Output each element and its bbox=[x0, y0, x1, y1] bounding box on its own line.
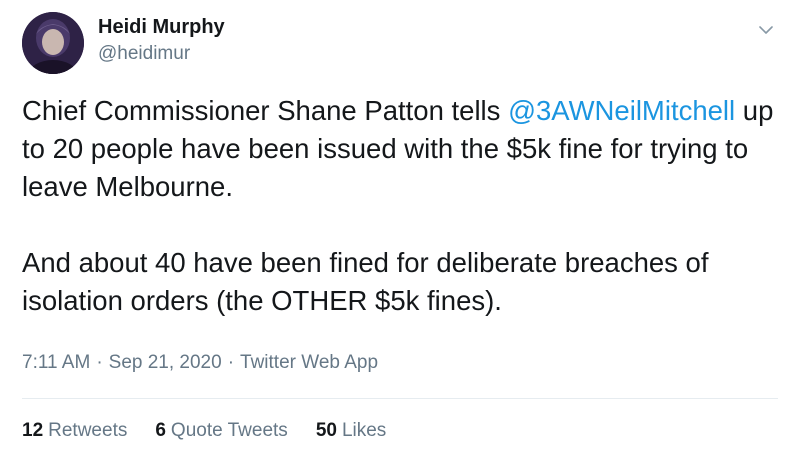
quote-tweets-count: 6 bbox=[155, 420, 166, 441]
author-name[interactable]: Heidi Murphy bbox=[98, 16, 225, 39]
likes-label: Likes bbox=[341, 420, 387, 441]
likes-count: 50 bbox=[315, 420, 337, 441]
author-handle[interactable]: @heidimur bbox=[98, 43, 190, 65]
likes-stat[interactable]: 50 Likes bbox=[316, 420, 387, 442]
tweet-text-lead: Chief Commissioner Shane Patton tells bbox=[22, 95, 509, 126]
chevron-down-icon[interactable] bbox=[756, 20, 776, 40]
tweet-source[interactable]: Twitter Web App bbox=[240, 352, 378, 373]
user-avatar-image bbox=[22, 12, 84, 74]
tweet-text: Chief Commissioner Shane Patton tells @3… bbox=[22, 92, 782, 320]
tweet-paragraph-1: Chief Commissioner Shane Patton tells @3… bbox=[22, 92, 782, 206]
tweet-stats: 12 Retweets 6 Quote Tweets 50 Likes bbox=[22, 420, 386, 442]
mention-link[interactable]: @3AWNeilMitchell bbox=[508, 95, 735, 126]
meta-separator: · bbox=[227, 352, 235, 373]
quote-tweets-label: Quote Tweets bbox=[170, 420, 288, 441]
tweet-paragraph-2: And about 40 have been fined for deliber… bbox=[22, 247, 709, 316]
retweets-stat[interactable]: 12 Retweets bbox=[22, 420, 127, 442]
avatar[interactable] bbox=[22, 12, 84, 74]
retweets-count: 12 bbox=[22, 420, 44, 441]
tweet-time[interactable]: 7:11 AM bbox=[22, 352, 90, 373]
retweets-label: Retweets bbox=[48, 420, 128, 441]
quote-tweets-stat[interactable]: 6 Quote Tweets bbox=[155, 420, 287, 442]
tweet-date[interactable]: Sep 21, 2020 bbox=[109, 352, 222, 373]
divider bbox=[22, 398, 778, 399]
tweet-card: Heidi Murphy @heidimur Chief Commissione… bbox=[0, 0, 800, 462]
meta-separator: · bbox=[96, 352, 103, 373]
tweet-meta: 7:11 AM · Sep 21, 2020 · Twitter Web App bbox=[22, 352, 378, 374]
